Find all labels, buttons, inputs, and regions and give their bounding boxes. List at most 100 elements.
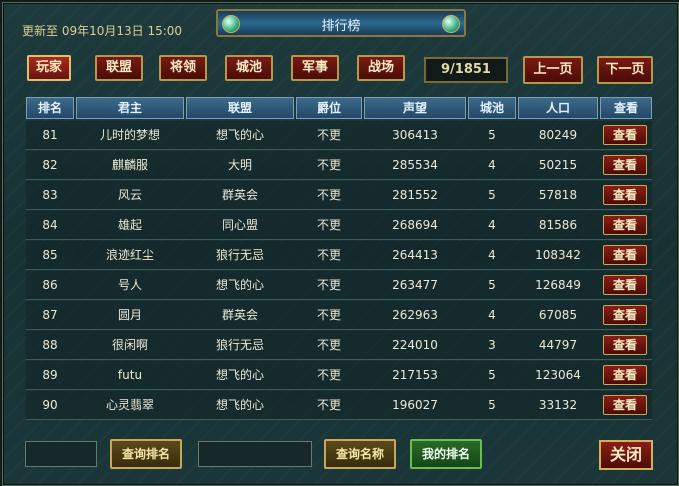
cell-lord: 号人 (117, 278, 142, 292)
search-rank-button[interactable]: 查询排名 (110, 439, 182, 469)
table-row: 83 风云 群英会 不更 281552 5 57818 查看 (26, 181, 652, 210)
view-button[interactable]: 查看 (603, 155, 647, 175)
cell-rank: 90 (42, 398, 58, 412)
cell-lord: 雄起 (117, 218, 142, 232)
cell-cities: 5 (488, 278, 496, 292)
cell-cities: 5 (488, 398, 496, 412)
cell-population: 50215 (538, 158, 578, 172)
tab-generals[interactable]: 将领 (159, 55, 207, 81)
table-row: 86 号人 想飞的心 不更 263477 5 126849 查看 (26, 271, 652, 300)
search-name-button[interactable]: 查询名称 (324, 439, 396, 469)
cell-alliance: 想飞的心 (215, 128, 264, 142)
cell-prestige: 281552 (392, 188, 438, 202)
col-view: 查看 (600, 97, 652, 119)
cell-lord: 很闲啊 (111, 338, 148, 352)
col-title: 爵位 (296, 97, 362, 119)
table-row: 84 雄起 同心盟 不更 268694 4 81586 查看 (26, 211, 652, 240)
ranking-panel: 更新至 09年10月13日 15:00 排行榜 玩家 联盟 将领 城池 军事 战… (2, 2, 679, 486)
cell-prestige: 217153 (392, 368, 438, 382)
rank-search-input[interactable] (25, 441, 97, 467)
cell-population: 123064 (535, 368, 581, 382)
cell-alliance: 群英会 (221, 308, 258, 322)
cell-cities: 5 (488, 368, 496, 382)
cell-prestige: 196027 (392, 398, 438, 412)
cell-title: 不更 (316, 368, 341, 382)
cell-lord: 风云 (117, 188, 142, 202)
view-button[interactable]: 查看 (603, 275, 647, 295)
close-button[interactable]: 关闭 (599, 440, 653, 470)
cell-lord: 麒麟服 (111, 158, 148, 172)
view-button[interactable]: 查看 (603, 215, 647, 235)
cell-cities: 4 (488, 218, 496, 232)
cell-alliance: 想飞的心 (215, 278, 264, 292)
panel-title: 排行榜 (321, 19, 361, 34)
view-button[interactable]: 查看 (603, 185, 647, 205)
col-rank: 排名 (26, 97, 74, 119)
col-prestige: 声望 (364, 97, 466, 119)
cell-alliance: 想飞的心 (215, 398, 264, 412)
cell-rank: 84 (42, 218, 58, 232)
view-button[interactable]: 查看 (603, 365, 647, 385)
prev-page-button[interactable]: 上一页 (523, 56, 583, 84)
cell-population: 67085 (538, 308, 578, 322)
col-lord: 君主 (76, 97, 184, 119)
cell-population: 57818 (538, 188, 578, 202)
cell-title: 不更 (316, 338, 341, 352)
cell-prestige: 268694 (392, 218, 438, 232)
page-indicator: 9/1851 (424, 57, 508, 83)
cell-rank: 87 (42, 308, 58, 322)
tab-players[interactable]: 玩家 (27, 55, 71, 81)
cell-rank: 89 (42, 368, 58, 382)
cell-rank: 85 (42, 248, 58, 262)
cell-lord: 圆月 (117, 308, 142, 322)
cell-lord: 浪迹红尘 (105, 248, 154, 262)
cell-population: 108342 (535, 248, 581, 262)
cell-lord: 心灵翡翠 (105, 398, 154, 412)
tab-alliances[interactable]: 联盟 (95, 55, 143, 81)
tab-battlefield[interactable]: 战场 (357, 55, 405, 81)
cell-population: 80249 (538, 128, 578, 142)
view-button[interactable]: 查看 (603, 335, 647, 355)
col-cities: 城池 (468, 97, 516, 119)
cell-prestige: 264413 (392, 248, 438, 262)
title-bar: 排行榜 (216, 9, 466, 37)
jade-orb-icon (442, 15, 460, 33)
cell-cities: 5 (488, 128, 496, 142)
cell-lord: futu (117, 368, 143, 382)
cell-alliance: 同心盟 (221, 218, 258, 232)
cell-cities: 5 (488, 188, 496, 202)
cell-prestige: 263477 (392, 278, 438, 292)
col-alliance: 联盟 (186, 97, 294, 119)
name-search-input[interactable] (198, 441, 312, 467)
cell-cities: 4 (488, 308, 496, 322)
cell-title: 不更 (316, 128, 341, 142)
cell-alliance: 狼行无忌 (215, 248, 264, 262)
next-page-button[interactable]: 下一页 (597, 56, 653, 84)
cell-title: 不更 (316, 218, 341, 232)
table-row: 82 麒麟服 大明 不更 285534 4 50215 查看 (26, 151, 652, 180)
cell-prestige: 285534 (392, 158, 438, 172)
cell-cities: 4 (488, 158, 496, 172)
cell-rank: 83 (42, 188, 58, 202)
cell-title: 不更 (316, 308, 341, 322)
view-button[interactable]: 查看 (603, 395, 647, 415)
tab-cities[interactable]: 城池 (225, 55, 273, 81)
view-button[interactable]: 查看 (603, 125, 647, 145)
cell-rank: 81 (42, 128, 58, 142)
table-row: 85 浪迹红尘 狼行无忌 不更 264413 4 108342 查看 (26, 241, 652, 270)
cell-rank: 88 (42, 338, 58, 352)
cell-title: 不更 (316, 188, 341, 202)
cell-lord: 儿时的梦想 (99, 128, 160, 142)
cell-alliance: 群英会 (221, 188, 258, 202)
my-rank-button[interactable]: 我的排名 (410, 439, 482, 469)
view-button[interactable]: 查看 (603, 305, 647, 325)
cell-title: 不更 (316, 398, 341, 412)
cell-title: 不更 (316, 158, 341, 172)
table-row: 89 futu 想飞的心 不更 217153 5 123064 查看 (26, 361, 652, 390)
cell-title: 不更 (316, 248, 341, 262)
cell-rank: 86 (42, 278, 58, 292)
view-button[interactable]: 查看 (603, 245, 647, 265)
cell-alliance: 大明 (227, 158, 252, 172)
updated-timestamp: 更新至 09年10月13日 15:00 (22, 24, 183, 38)
tab-military[interactable]: 军事 (291, 55, 339, 81)
